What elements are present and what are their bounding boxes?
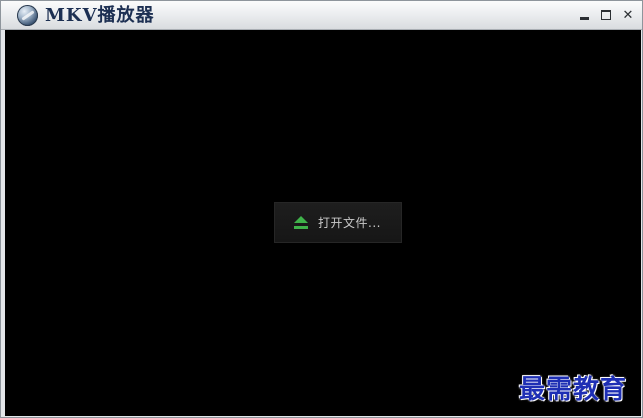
eject-icon	[294, 215, 308, 230]
window-controls: ✕	[574, 6, 638, 24]
close-icon: ✕	[622, 7, 634, 23]
open-file-button[interactable]: 打开文件...	[274, 202, 402, 243]
minimize-button[interactable]	[574, 6, 594, 24]
window-title: MKV播放器	[45, 5, 155, 26]
title-bar[interactable]: MKV播放器 ✕	[1, 1, 642, 30]
app-window: MKV播放器 ✕ 打开文件... 最需教育	[0, 0, 643, 418]
open-file-label: 打开文件...	[318, 216, 381, 230]
minimize-icon	[579, 16, 589, 20]
app-logo-icon	[17, 5, 38, 26]
watermark-text: 最需教育	[519, 375, 628, 405]
video-display-area[interactable]: 打开文件...	[5, 30, 641, 416]
maximize-icon	[601, 10, 611, 20]
close-button[interactable]: ✕	[618, 6, 638, 24]
maximize-button[interactable]	[596, 6, 616, 24]
